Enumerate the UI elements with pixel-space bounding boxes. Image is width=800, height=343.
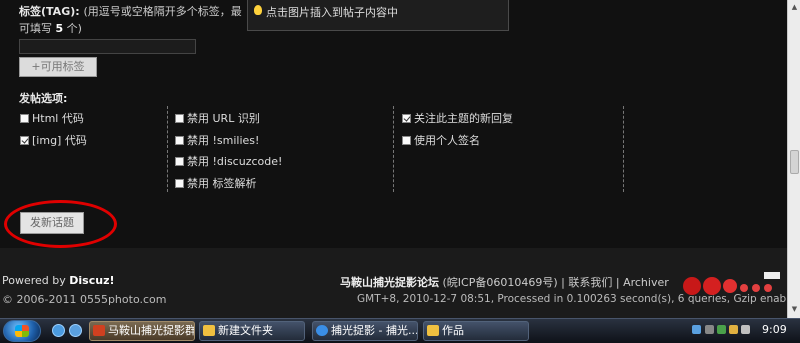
image-insert-tooltip: 点击图片插入到帖子内容中	[247, 0, 509, 31]
start-button[interactable]	[3, 320, 41, 342]
powered-prefix: Powered by	[2, 274, 66, 287]
option-label: [img] 代码	[32, 134, 87, 147]
chevron-left-icon[interactable]	[705, 325, 714, 334]
vertical-scrollbar[interactable]: ▲ ▼	[787, 0, 800, 318]
option-label: 禁用 !smilies!	[187, 134, 260, 147]
option-label: 禁用 URL 识别	[187, 112, 260, 125]
folder-icon	[427, 325, 439, 336]
tag-label: 标签(TAG): (用逗号或空格隔开多个标签，最	[19, 3, 242, 19]
browser-content: 标签(TAG): (用逗号或空格隔开多个标签，最 可填写 5 个) +可用标签 …	[0, 0, 787, 318]
windows-logo-icon	[15, 325, 29, 337]
tag-count-suffix: 个)	[66, 22, 82, 35]
icp-link[interactable]: (皖ICP备06010469号)	[443, 276, 558, 289]
option-follow-replies[interactable]: 关注此主题的新回复	[402, 110, 513, 126]
option-label: 禁用 标签解析	[187, 177, 257, 190]
discuz-link[interactable]: Discuz!	[69, 274, 114, 287]
post-options-title: 发帖选项:	[19, 92, 68, 105]
ie-quicklaunch-icon[interactable]	[69, 324, 82, 337]
archiver-link[interactable]: Archiver	[623, 276, 669, 289]
follow-replies-checkbox[interactable]	[402, 113, 411, 123]
disable-url-checkbox[interactable]	[175, 113, 184, 123]
option-label: 使用个人签名	[414, 134, 480, 147]
scroll-down-icon[interactable]: ▼	[790, 304, 799, 314]
html-code-checkbox[interactable]	[20, 113, 29, 123]
use-signature-checkbox[interactable]	[402, 135, 411, 145]
taskbar-item-label: 马鞍山捕光捉影群	[108, 324, 195, 337]
tag-count-prefix: 可填写	[19, 22, 52, 35]
taskbar-item[interactable]: 马鞍山捕光捉影群	[89, 321, 195, 341]
option-img-code[interactable]: [img] 代码	[20, 132, 87, 148]
tooltip-text: 点击图片插入到帖子内容中	[266, 6, 398, 19]
site-name-link[interactable]: 马鞍山捕光捉影论坛	[340, 276, 439, 289]
option-label: 关注此主题的新回复	[414, 112, 513, 125]
copyright: © 2006-2011 0555photo.com	[2, 293, 167, 306]
scroll-up-icon[interactable]: ▲	[790, 2, 799, 12]
separator: |	[561, 276, 565, 289]
network-icon[interactable]	[692, 325, 701, 334]
disable-smilies-checkbox[interactable]	[175, 135, 184, 145]
decorative-badge-icon	[683, 272, 780, 295]
taskbar-item-label: 捕光捉影 - 捕光...	[331, 324, 418, 337]
disable-discuzcode-checkbox[interactable]	[175, 156, 184, 166]
option-use-signature[interactable]: 使用个人签名	[402, 132, 480, 148]
scrollbar-thumb[interactable]	[790, 150, 799, 174]
option-disable-discuzcode[interactable]: 禁用 !discuzcode!	[175, 153, 282, 169]
separator: |	[615, 276, 620, 289]
option-html-code[interactable]: Html 代码	[20, 110, 84, 126]
post-options-panel: 标签(TAG): (用逗号或空格隔开多个标签，最 可填写 5 个) +可用标签 …	[0, 0, 787, 248]
img-code-checkbox[interactable]	[20, 135, 29, 145]
footer-links: 马鞍山捕光捉影论坛 (皖ICP备06010469号) | 联系我们 | Arch…	[340, 274, 669, 290]
highlight-ring	[4, 200, 117, 248]
tag-count: 可填写 5 个)	[19, 20, 82, 36]
option-disable-url[interactable]: 禁用 URL 识别	[175, 110, 260, 126]
option-disable-smilies[interactable]: 禁用 !smilies!	[175, 132, 259, 148]
page-footer: Powered by Discuz! © 2006-2011 0555photo…	[0, 256, 787, 318]
tag-input[interactable]	[19, 39, 196, 54]
tag-hint: (用逗号或空格隔开多个标签，最	[83, 5, 242, 18]
tray-app-icon[interactable]	[717, 325, 726, 334]
option-disable-tag-parse[interactable]: 禁用 标签解析	[175, 175, 257, 191]
folder-icon	[203, 325, 215, 336]
option-label: Html 代码	[32, 112, 84, 125]
clock[interactable]: 9:09	[762, 323, 787, 336]
taskbar-item-label: 作品	[442, 324, 464, 337]
tray-app-icon[interactable]	[729, 325, 738, 334]
tag-label-text: 标签(TAG):	[19, 5, 80, 18]
ie-icon	[316, 325, 328, 336]
disable-tag-parse-checkbox[interactable]	[175, 178, 184, 188]
column-divider	[167, 106, 168, 192]
taskbar-item-label: 新建文件夹	[218, 324, 273, 337]
tag-count-value: 5	[55, 22, 64, 35]
ie-quicklaunch-icon[interactable]	[52, 324, 65, 337]
column-divider	[623, 106, 624, 192]
app-icon	[93, 325, 105, 336]
windows-taskbar: 马鞍山捕光捉影群 新建文件夹 捕光捉影 - 捕光... 作品 9:09	[0, 318, 800, 343]
taskbar-item[interactable]: 新建文件夹	[199, 321, 305, 341]
taskbar-item[interactable]: 捕光捉影 - 捕光...	[312, 321, 418, 341]
column-divider	[393, 106, 394, 192]
contact-link[interactable]: 联系我们	[568, 276, 612, 289]
lightbulb-icon	[254, 5, 262, 15]
taskbar-item[interactable]: 作品	[423, 321, 529, 341]
option-label: 禁用 !discuzcode!	[187, 155, 283, 168]
powered-by: Powered by Discuz!	[2, 274, 115, 287]
available-tags-button[interactable]: +可用标签	[19, 57, 97, 77]
volume-icon[interactable]	[741, 325, 750, 334]
